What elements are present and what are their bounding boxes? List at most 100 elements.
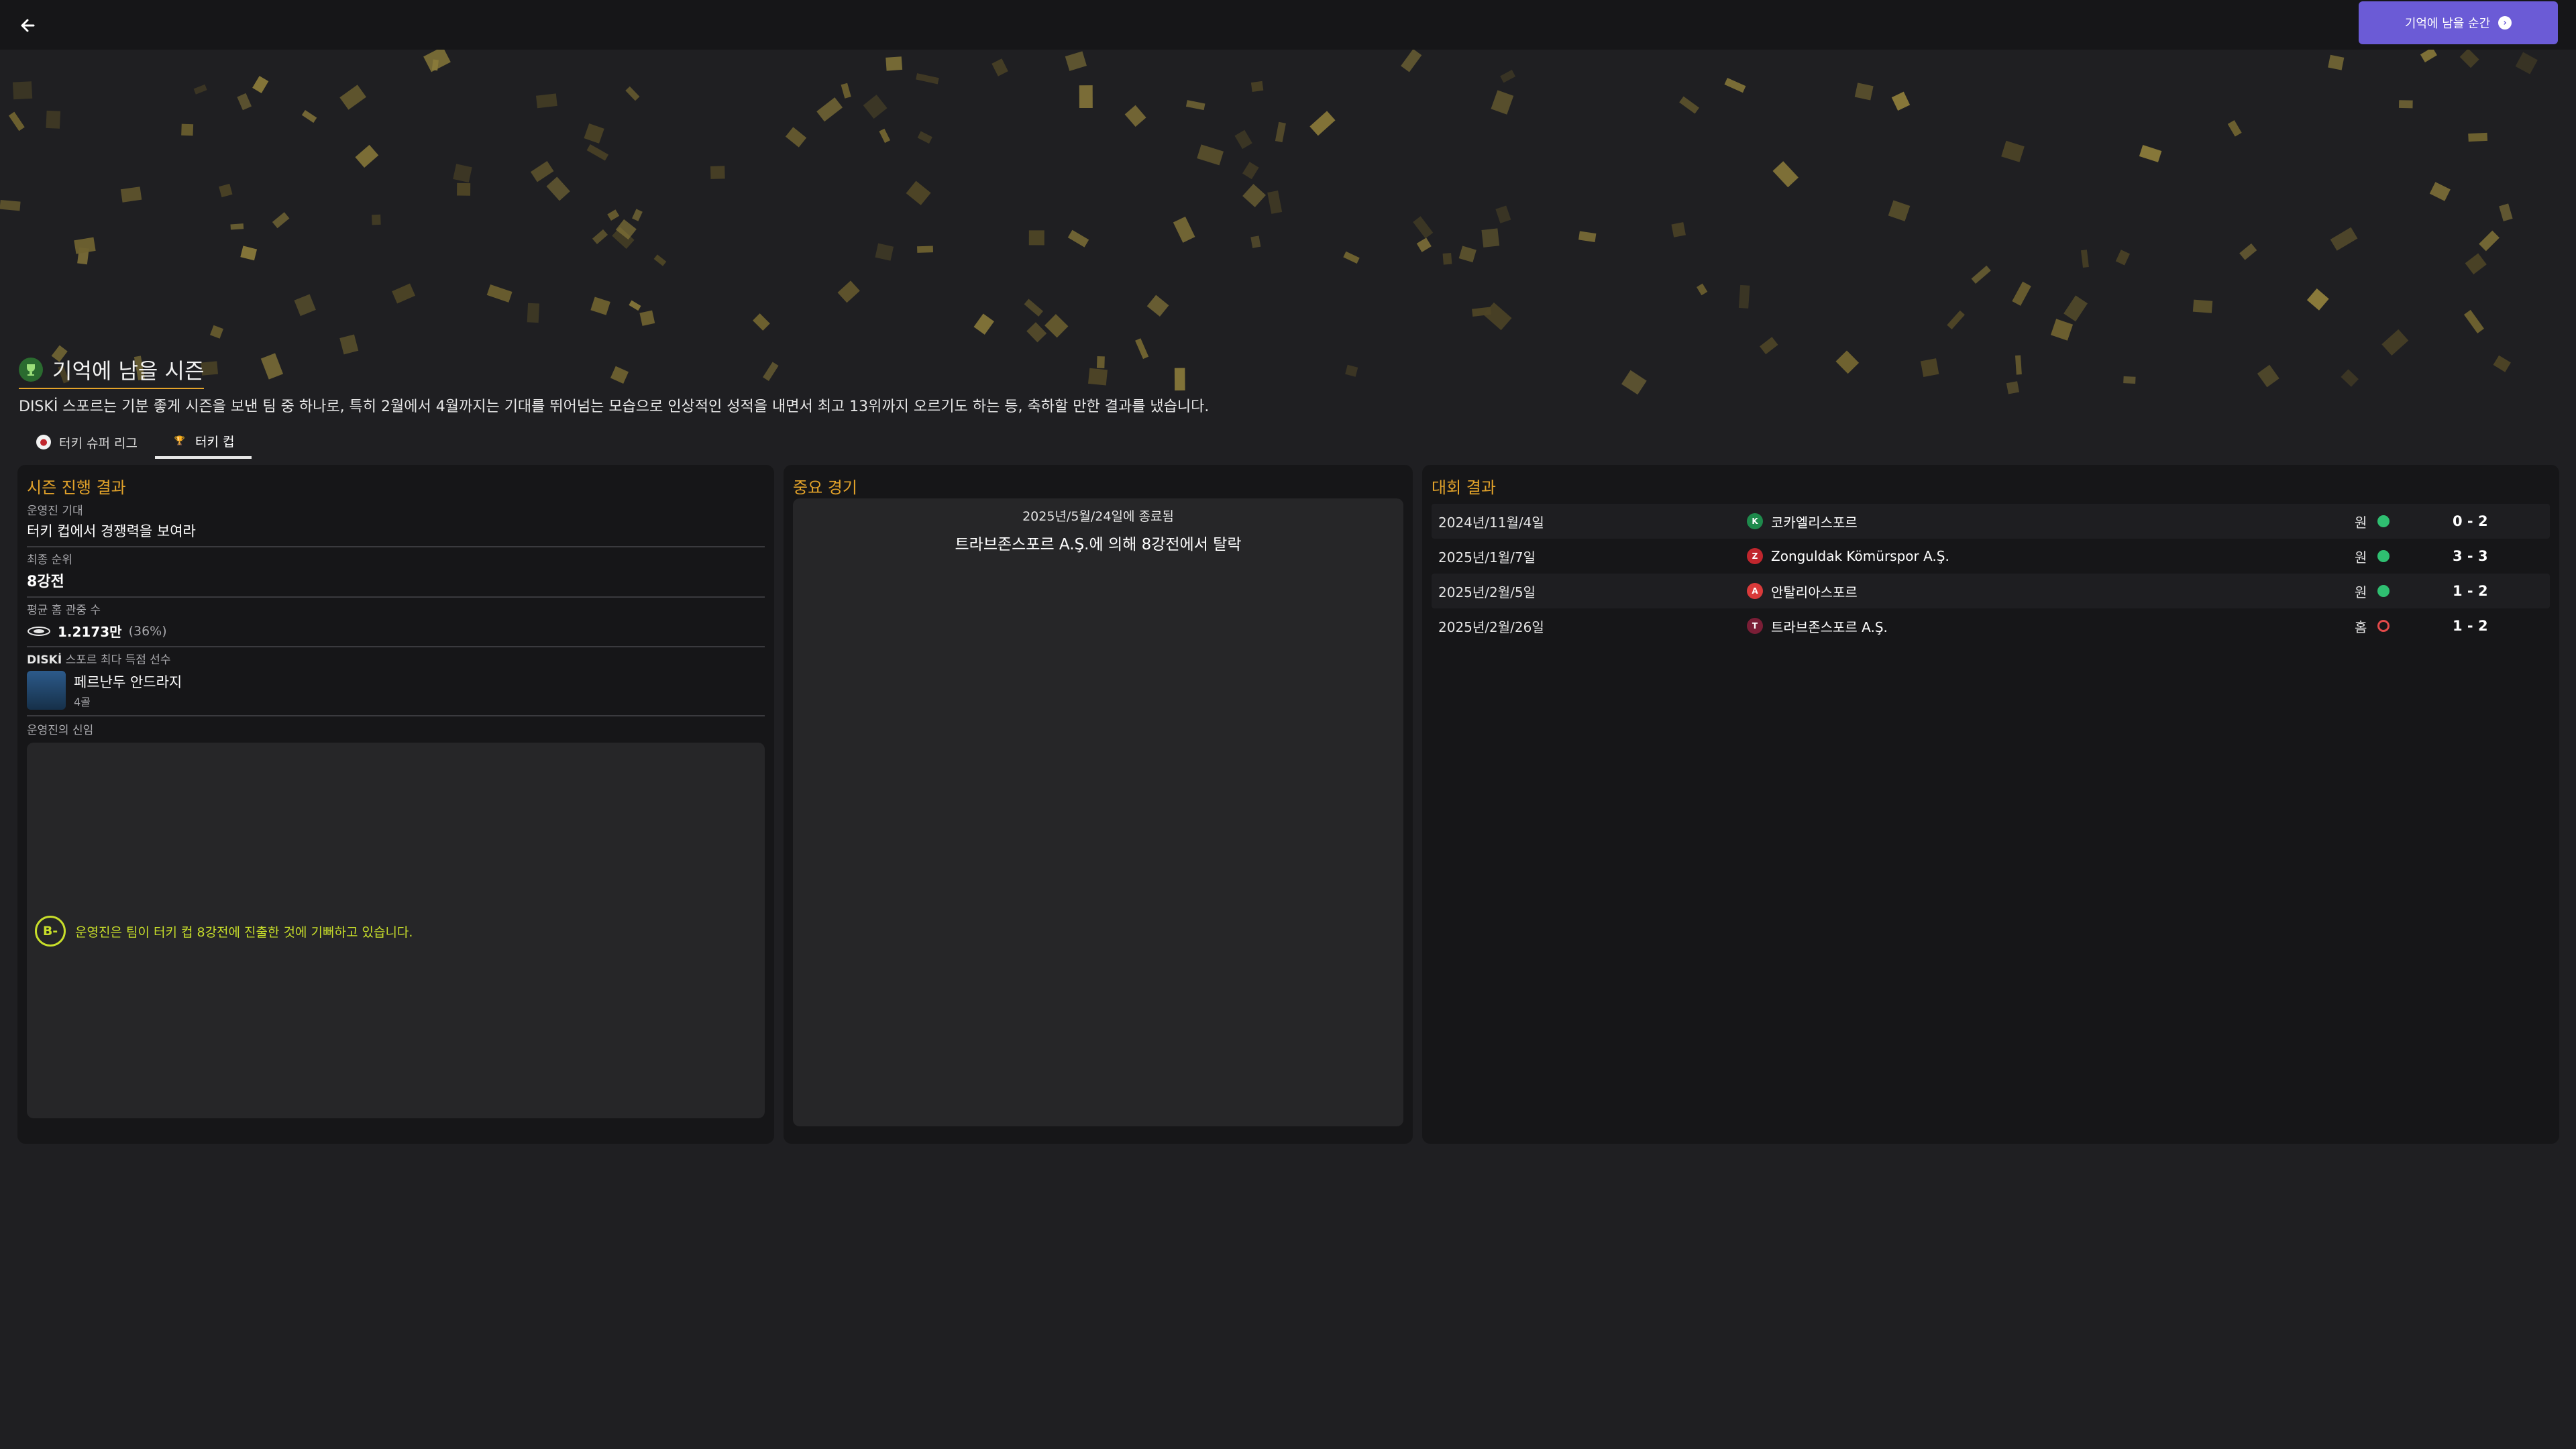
- confetti-piece: [2330, 227, 2358, 251]
- confetti-piece: [260, 353, 284, 380]
- back-button[interactable]: [15, 12, 42, 39]
- confetti-piece: [2420, 50, 2437, 62]
- confetti-piece: [1483, 302, 1512, 331]
- opponent-cell: A 안탈리아스포르: [1747, 582, 2355, 601]
- confetti-piece: [1481, 228, 1500, 248]
- confetti-piece: [1044, 314, 1069, 338]
- confetti-piece: [991, 58, 1008, 76]
- confetti-piece: [885, 56, 903, 71]
- confetti-piece: [230, 223, 244, 230]
- confetti-piece: [1971, 265, 1991, 284]
- confetti-piece: [1079, 85, 1093, 109]
- confetti-piece: [2468, 132, 2488, 142]
- key-match-date: 2025년/5월/24일에 종료됨: [1022, 509, 1174, 524]
- confetti-piece: [1738, 284, 1750, 309]
- confetti-piece: [1854, 83, 1874, 101]
- team-crest-icon: K: [1747, 513, 1763, 529]
- confetti-piece: [1578, 231, 1597, 243]
- results-list: 2024년/11월/4일 K 코카엘리스포르 원 0 - 2 2025년/1월/…: [1432, 504, 2550, 643]
- confetti-piece: [906, 180, 931, 205]
- confetti-piece: [0, 199, 21, 211]
- confetti-piece: [1724, 77, 1746, 93]
- confetti-piece: [339, 334, 359, 355]
- confetti-piece: [1401, 50, 1422, 72]
- top-scorer-label: 스포르 최다 득점 선수: [65, 653, 171, 667]
- win-icon: [2377, 550, 2390, 562]
- confetti-piece: [2115, 250, 2131, 266]
- confetti-piece: [1309, 111, 1336, 136]
- confetti-piece: [1495, 205, 1511, 223]
- result-row[interactable]: 2025년/1월/7일 Z Zonguldak Kömürspor A.Ş. 원…: [1432, 539, 2550, 574]
- confetti-piece: [210, 325, 224, 339]
- confetti-piece: [1891, 91, 1911, 111]
- attendance-percent: (36%): [128, 623, 167, 639]
- confetti-piece: [1679, 96, 1699, 114]
- confetti-piece: [1671, 222, 1686, 237]
- confetti-piece: [1920, 358, 1939, 377]
- opponent-name: 코카엘리스포르: [1771, 514, 1858, 531]
- confetti-piece: [2012, 281, 2031, 306]
- memorable-moment-button[interactable]: 기억에 남을 순간 ›: [2359, 1, 2558, 44]
- confetti-piece: [372, 214, 381, 225]
- confetti-piece: [1124, 105, 1146, 127]
- season-description: DISKİ 스포르는 기분 좋게 시즌을 보낸 팀 중 하나로, 특히 2월에서…: [19, 398, 1210, 415]
- arrow-left-icon: [21, 19, 35, 32]
- confetti-piece: [219, 183, 233, 198]
- confetti-piece: [837, 280, 860, 303]
- confetti-piece: [841, 83, 851, 99]
- opponent-name: Zonguldak Kömürspor A.Ş.: [1771, 548, 1949, 564]
- opponent-cell: Z Zonguldak Kömürspor A.Ş.: [1747, 548, 2355, 564]
- confetti-piece: [1345, 364, 1358, 377]
- stat-label: DISKİ 스포르 최다 득점 선수: [27, 650, 765, 667]
- confetti-decoration: [0, 50, 2538, 395]
- confetti-piece: [2493, 355, 2511, 372]
- confetti-piece: [294, 294, 316, 317]
- stat-label: 운영진 기대: [27, 504, 83, 518]
- tab-super-lig[interactable]: ● 터키 슈퍼 리그: [19, 425, 155, 459]
- confetti-piece: [1772, 161, 1799, 188]
- confetti-piece: [1028, 230, 1044, 246]
- confetti-piece: [1024, 299, 1043, 317]
- confetti-piece: [2080, 250, 2089, 268]
- stat-value: 터키 컵에서 경쟁력을 보여라: [27, 523, 196, 539]
- confetti-piece: [1275, 121, 1286, 143]
- board-expectation: 운영진 기대 터키 컵에서 경쟁력을 보여라: [27, 498, 765, 547]
- player-row[interactable]: 페르난두 안드라지 4골: [27, 671, 765, 710]
- result-row[interactable]: 2025년/2월/5일 A 안탈리아스포르 원 1 - 2: [1432, 574, 2550, 608]
- confetti-piece: [1458, 246, 1477, 263]
- confetti-piece: [2463, 309, 2484, 333]
- venue: 홈: [2355, 619, 2367, 635]
- confetti-piece: [2479, 230, 2500, 252]
- result-row[interactable]: 2024년/11월/4일 K 코카엘리스포르 원 0 - 2: [1432, 504, 2550, 539]
- confetti-piece: [584, 123, 604, 144]
- confetti-piece: [74, 237, 96, 254]
- confetti-piece: [1242, 162, 1259, 180]
- confetti-piece: [916, 73, 939, 85]
- confetti-piece: [1697, 283, 1708, 296]
- result-row[interactable]: 2025년/2월/26일 T 트라브존스포르 A.Ş. 홈 1 - 2: [1432, 608, 2550, 643]
- confetti-piece: [875, 243, 894, 261]
- key-match-panel: 중요 경기 2025년/5월/24일에 종료됨 트라브존스포르 A.Ş.에 의해…: [784, 465, 1413, 1144]
- tab-turkish-cup[interactable]: 🏆 터키 컵: [154, 425, 252, 459]
- confetti-piece: [1173, 216, 1195, 243]
- trophy-icon: [19, 358, 43, 382]
- confetti-piece: [879, 128, 891, 144]
- board-confidence-label: 운영진의 신임: [27, 724, 94, 737]
- venue: 원: [2355, 549, 2367, 566]
- team-crest-icon: Z: [1747, 548, 1763, 564]
- confetti-piece: [2063, 295, 2088, 322]
- win-icon: [2377, 585, 2390, 597]
- tab-label: 터키 컵: [195, 434, 235, 449]
- confetti-piece: [252, 76, 269, 93]
- tab-label: 터키 슈퍼 리그: [59, 435, 138, 451]
- confetti-piece: [2139, 145, 2162, 162]
- confetti-piece: [1500, 70, 1516, 83]
- confetti-piece: [1185, 100, 1205, 111]
- confetti-piece: [2459, 50, 2479, 68]
- confetti-piece: [2015, 355, 2022, 375]
- result-indicator: [2377, 550, 2453, 562]
- season-progress-panel: 시즌 진행 결과 운영진 기대 터키 컵에서 경쟁력을 보여라 최종 순위 8강…: [17, 465, 774, 1144]
- confetti-piece: [917, 131, 932, 144]
- confetti-piece: [486, 284, 513, 303]
- confetti-piece: [590, 297, 610, 315]
